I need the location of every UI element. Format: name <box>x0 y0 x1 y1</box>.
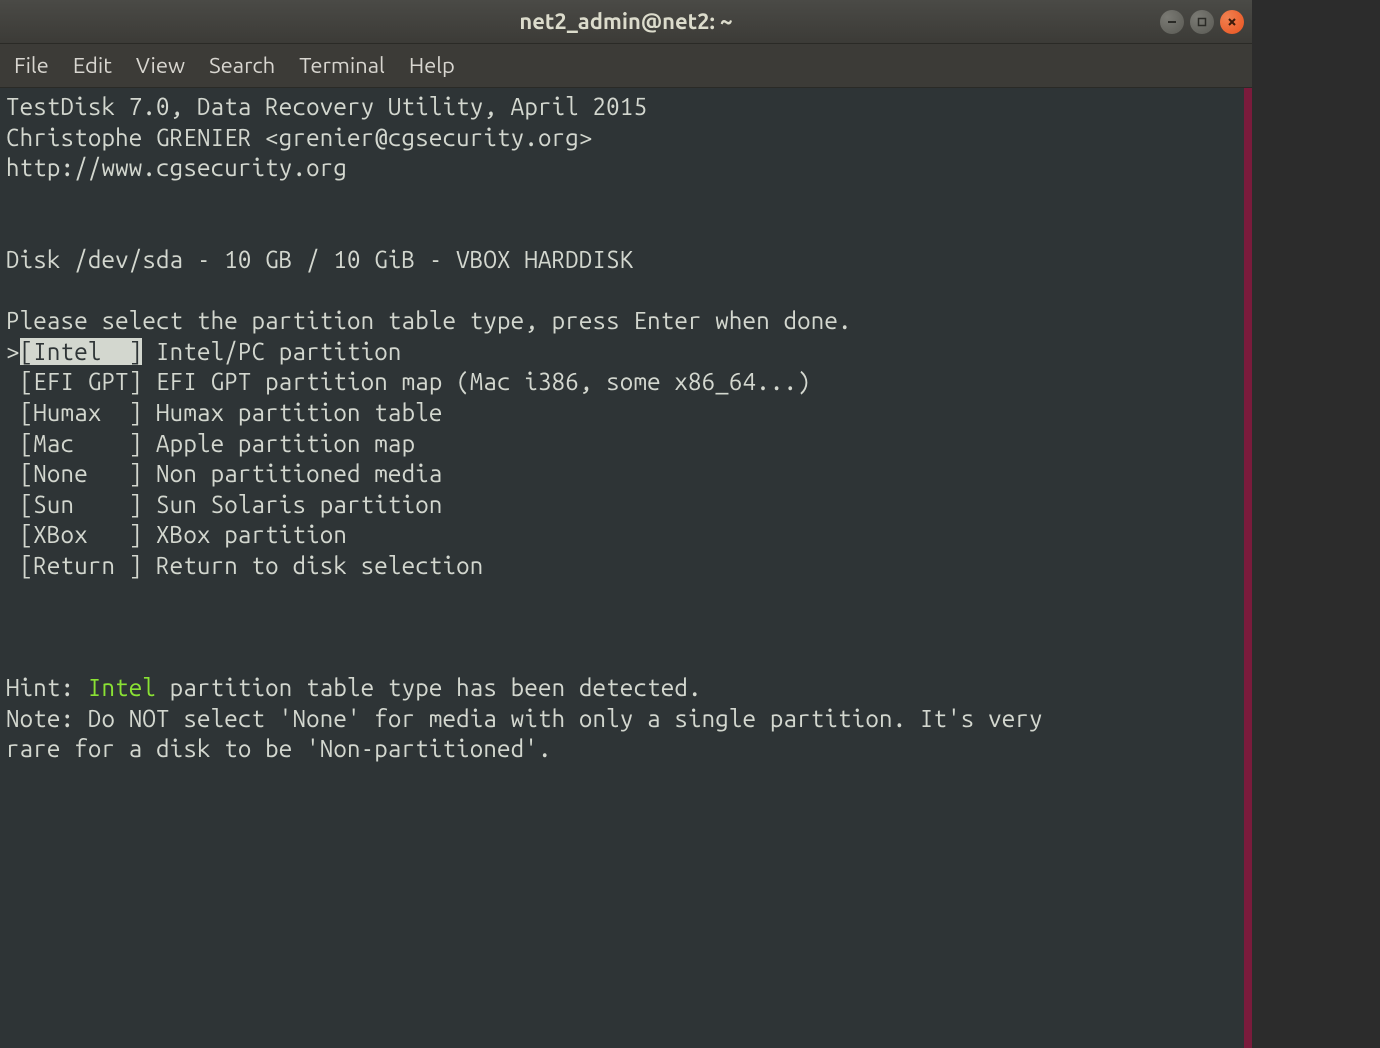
option-label: [Return ] <box>20 552 143 579</box>
disk-info: Disk /dev/sda - 10 GB / 10 GiB - VBOX HA… <box>6 245 1246 276</box>
header-line: Christophe GRENIER <grenier@cgsecurity.o… <box>6 123 1246 154</box>
option-marker <box>6 430 20 457</box>
maximize-button[interactable] <box>1190 10 1214 34</box>
option-label: [EFI GPT] <box>20 368 143 395</box>
option-marker <box>6 368 20 395</box>
blank-line <box>6 612 1246 643</box>
hint-detected: Intel <box>88 674 156 701</box>
menu-help[interactable]: Help <box>409 53 455 78</box>
option-marker <box>6 399 20 426</box>
hint-suffix: partition table type has been detected. <box>156 674 702 701</box>
blank-line <box>6 184 1246 215</box>
option-label: [Mac ] <box>20 430 143 457</box>
option-marker <box>6 521 20 548</box>
prompt-text: Please select the partition table type, … <box>6 306 1246 337</box>
menu-terminal[interactable]: Terminal <box>299 53 385 78</box>
partition-option[interactable]: [Return ] Return to disk selection <box>6 551 1246 582</box>
option-description: Apple partition map <box>142 430 415 457</box>
option-marker: > <box>6 338 20 365</box>
blank-line <box>6 276 1246 307</box>
option-description: Intel/PC partition <box>142 338 401 365</box>
option-label: [XBox ] <box>20 521 143 548</box>
window-controls <box>1160 10 1244 34</box>
header-line: TestDisk 7.0, Data Recovery Utility, Apr… <box>6 92 1246 123</box>
menu-view[interactable]: View <box>136 53 185 78</box>
menu-file[interactable]: File <box>14 53 49 78</box>
option-label: [Sun ] <box>20 491 143 518</box>
option-marker <box>6 460 20 487</box>
partition-option[interactable]: [Humax ] Humax partition table <box>6 398 1246 429</box>
partition-option[interactable]: [Mac ] Apple partition map <box>6 429 1246 460</box>
option-description: Sun Solaris partition <box>142 491 442 518</box>
option-description: Return to disk selection <box>142 552 483 579</box>
hint-line: Hint: Intel partition table type has bee… <box>6 673 1246 704</box>
blank-line <box>6 643 1246 674</box>
titlebar: net2_admin@net2: ~ <box>0 0 1252 44</box>
option-marker <box>6 491 20 518</box>
partition-option[interactable]: >[Intel ] Intel/PC partition <box>6 337 1246 368</box>
terminal-window: net2_admin@net2: ~ File Edit View Search… <box>0 0 1252 1048</box>
option-marker <box>6 552 20 579</box>
hint-prefix: Hint: <box>6 674 88 701</box>
partition-option[interactable]: [EFI GPT] EFI GPT partition map (Mac i38… <box>6 367 1246 398</box>
option-label: [Intel ] <box>20 338 143 365</box>
header-line: http://www.cgsecurity.org <box>6 153 1246 184</box>
option-description: Humax partition table <box>142 399 442 426</box>
menubar: File Edit View Search Terminal Help <box>0 44 1252 88</box>
option-description: Non partitioned media <box>142 460 442 487</box>
note-text: Note: Do NOT select 'None' for media wit… <box>6 704 1246 765</box>
terminal-content[interactable]: TestDisk 7.0, Data Recovery Utility, Apr… <box>0 88 1252 1048</box>
option-label: [Humax ] <box>20 399 143 426</box>
option-label: [None ] <box>20 460 143 487</box>
option-description: EFI GPT partition map (Mac i386, some x8… <box>142 368 810 395</box>
menu-edit[interactable]: Edit <box>73 53 112 78</box>
partition-option[interactable]: [None ] Non partitioned media <box>6 459 1246 490</box>
blank-line <box>6 214 1246 245</box>
minimize-button[interactable] <box>1160 10 1184 34</box>
partition-option[interactable]: [Sun ] Sun Solaris partition <box>6 490 1246 521</box>
close-button[interactable] <box>1220 10 1244 34</box>
option-description: XBox partition <box>142 521 347 548</box>
blank-line <box>6 582 1246 613</box>
window-title: net2_admin@net2: ~ <box>519 9 732 34</box>
partition-option[interactable]: [XBox ] XBox partition <box>6 520 1246 551</box>
menu-search[interactable]: Search <box>209 53 275 78</box>
